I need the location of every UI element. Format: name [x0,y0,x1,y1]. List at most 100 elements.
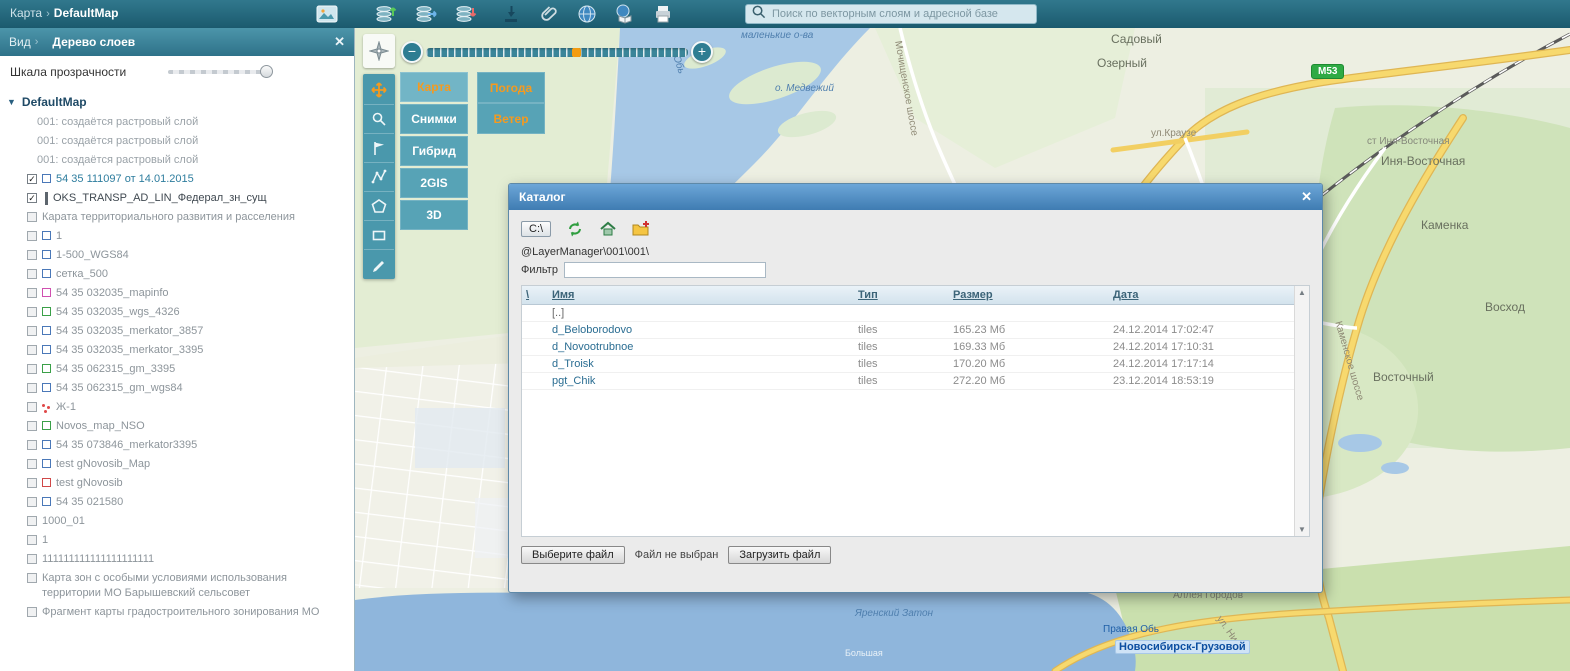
layer-item[interactable]: 001: создаётся растровый слой [0,151,354,170]
layer-checkbox[interactable] [27,250,37,260]
layer-checkbox[interactable] [27,212,37,222]
layer-checkbox[interactable] [27,478,37,488]
layer-checkbox[interactable] [27,383,37,393]
layer-save-icon[interactable] [375,3,397,25]
measure-tool-button[interactable] [364,162,394,191]
layer-checkbox[interactable]: ✓ [27,174,37,184]
layer-checkbox[interactable] [27,535,37,545]
layer-checkbox[interactable] [27,554,37,564]
dialog-close-icon[interactable]: ✕ [1301,189,1312,205]
layer-item[interactable]: 1000_01 [0,512,354,531]
layer-item[interactable]: Карта зон с особыми условиями использова… [0,569,354,603]
layer-item[interactable]: test gNovosib [0,474,354,493]
layer-item[interactable]: Ж-1 [0,398,354,417]
column-date[interactable]: Дата [1109,286,1294,305]
atlas-icon[interactable] [614,3,636,25]
layer-export-icon[interactable] [415,3,437,25]
layer-checkbox[interactable] [27,288,37,298]
base-layer-button[interactable]: 2GIS [400,168,468,198]
layer-item[interactable]: 1 [0,227,354,246]
layer-checkbox[interactable] [27,345,37,355]
layer-checkbox[interactable] [27,364,37,374]
column-type[interactable]: Тип [854,286,949,305]
layer-checkbox[interactable] [27,326,37,336]
root-layer-row[interactable]: ▼ DefaultMap [0,90,354,113]
layer-checkbox[interactable] [27,459,37,469]
pan-tool-button[interactable] [364,75,394,104]
layer-checkbox[interactable] [27,307,37,317]
layer-item[interactable]: ✓OKS_TRANSP_AD_LIN_Федерал_зн_сущ [0,189,354,208]
layer-item[interactable]: 54 35 032035_wgs_4326 [0,303,354,322]
layer-checkbox[interactable] [27,440,37,450]
layer-item[interactable]: 1-500_WGS84 [0,246,354,265]
scroll-up-icon[interactable]: ▲ [1298,288,1306,297]
file-row[interactable]: d_Novootrubnoetiles169.33 Мб24.12.2014 1… [522,339,1294,356]
layer-checkbox[interactable] [27,402,37,412]
layer-item[interactable]: 001: создаётся растровый слой [0,132,354,151]
draw-tool-button[interactable] [364,249,394,278]
layer-item[interactable]: 54 35 062315_gm_3395 [0,360,354,379]
layer-item[interactable]: Карата территориального развития и рассе… [0,208,354,227]
base-layer-button[interactable]: Карта [400,72,468,102]
layer-item[interactable]: test gNovosib_Map [0,455,354,474]
file-row[interactable]: d_Beloborodovotiles165.23 Мб24.12.2014 1… [522,322,1294,339]
layer-checkbox[interactable] [27,231,37,241]
base-layer-button[interactable]: Гибрид [400,136,468,166]
drive-button[interactable]: C:\ [521,221,551,237]
layer-checkbox[interactable] [27,269,37,279]
layer-item[interactable]: Novos_map_NSO [0,417,354,436]
layer-item[interactable]: 54 35 021580 [0,493,354,512]
scrollbar[interactable]: ▲ ▼ [1294,286,1309,536]
opacity-slider-handle[interactable] [260,65,273,78]
print-icon[interactable] [652,3,674,25]
base-layer-button[interactable]: Снимки [400,104,468,134]
polygon-tool-button[interactable] [364,191,394,220]
flag-tool-button[interactable] [364,133,394,162]
layer-item[interactable]: 54 35 032035_merkator_3395 [0,341,354,360]
layer-item[interactable]: Фрагмент карты градостроительного зониро… [0,603,354,622]
breadcrumb-root[interactable]: Карта [10,6,42,20]
choose-file-button[interactable]: Выберите файл [521,546,625,564]
scroll-down-icon[interactable]: ▼ [1298,525,1306,534]
file-row[interactable]: d_Troisktiles170.20 Мб24.12.2014 17:17:1… [522,356,1294,373]
map-image-icon[interactable] [315,3,339,25]
column-name[interactable]: Имя [548,286,854,305]
refresh-icon[interactable] [566,220,584,238]
zoom-in-button[interactable]: + [691,41,713,63]
layer-checkbox[interactable] [27,607,37,617]
layer-checkbox[interactable] [27,497,37,507]
new-folder-icon[interactable] [632,220,650,238]
globe-icon[interactable] [576,3,598,25]
layer-import-icon[interactable] [455,3,477,25]
overlay-layer-button[interactable]: Ветер [477,103,545,134]
layer-item[interactable]: сетка_500 [0,265,354,284]
layer-item[interactable]: 54 35 062315_gm_wgs84 [0,379,354,398]
download-icon[interactable] [500,3,522,25]
layer-item[interactable]: 54 35 032035_mapinfo [0,284,354,303]
collapse-arrow-icon[interactable]: ▼ [7,97,16,107]
zoom-tool-button[interactable] [364,104,394,133]
layer-item[interactable]: 111111111111111111111 [0,550,354,569]
compass-icon[interactable] [363,34,395,68]
layer-checkbox[interactable] [27,573,37,583]
rectangle-tool-button[interactable] [364,220,394,249]
zoom-out-button[interactable]: − [401,41,423,63]
layer-item[interactable]: ✓54 35 111097 от 14.01.2015 [0,170,354,189]
search-box[interactable] [745,4,1037,24]
layer-item[interactable]: 001: создаётся растровый слой [0,113,354,132]
panel-close-icon[interactable]: ✕ [334,34,345,50]
layer-item[interactable]: 54 35 032035_merkator_3857 [0,322,354,341]
zoom-slider-handle[interactable] [572,48,581,57]
base-layer-button[interactable]: 3D [400,200,468,230]
file-row[interactable]: pgt_Chiktiles272.20 Мб23.12.2014 18:53:1… [522,373,1294,390]
overlay-layer-button[interactable]: Погода [477,72,545,103]
file-row-up[interactable]: [..] [522,305,1294,322]
upload-file-button[interactable]: Загрузить файл [728,546,831,564]
home-icon[interactable] [599,220,617,238]
attach-icon[interactable] [538,3,560,25]
layer-checkbox[interactable] [27,421,37,431]
view-menu[interactable]: Вид [9,35,31,49]
search-input[interactable] [770,7,1031,21]
dialog-titlebar[interactable]: Каталог ✕ [509,184,1322,210]
filter-input[interactable] [564,262,766,278]
